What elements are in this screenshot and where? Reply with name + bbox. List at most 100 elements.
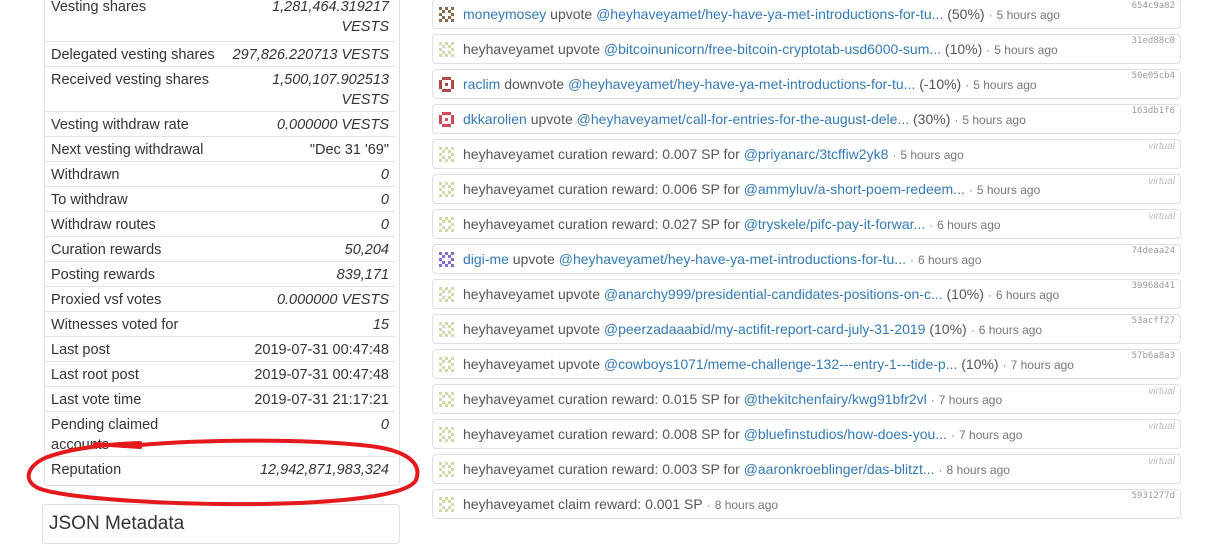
property-value: 2019-07-31 00:47:48 xyxy=(254,342,389,358)
transaction-id-link[interactable]: virtual xyxy=(1148,141,1175,152)
operation-verb: upvote xyxy=(554,356,604,372)
operation-timestamp: 5 hours ago xyxy=(996,8,1060,22)
operation-timestamp: 5 hours ago xyxy=(900,148,964,162)
transaction-id-link[interactable]: virtual xyxy=(1148,211,1175,222)
separator-dot: · xyxy=(970,323,975,337)
operation-permlink[interactable]: @priyanarc/3tcffiw2yk8 xyxy=(744,146,889,162)
operation-actor-link[interactable]: dkkarolien xyxy=(463,111,527,127)
property-value: 0.000000 VESTS xyxy=(276,292,389,308)
operation-permlink[interactable]: @heyhaveyamet/hey-have-ya-met-introducti… xyxy=(568,76,915,92)
operation-actor-link[interactable]: heyhaveyamet xyxy=(463,391,554,407)
transaction-id-link[interactable]: virtual xyxy=(1148,421,1175,432)
operation-permlink[interactable]: @bluefinstudios/how-does-you... xyxy=(744,426,947,442)
transaction-id-link[interactable]: virtual xyxy=(1148,386,1175,397)
operation-permlink[interactable]: @aaronkroeblinger/das-blitzt... xyxy=(744,461,935,477)
operation-permlink[interactable]: @heyhaveyamet/hey-have-ya-met-introducti… xyxy=(559,251,906,267)
operation-row: heyhaveyamet upvote @bitcoinunicorn/free… xyxy=(432,34,1181,64)
avatar-icon xyxy=(439,147,454,162)
separator-dot: · xyxy=(706,498,711,512)
operation-permlink[interactable]: @thekitchenfairy/kwg91bfr2vl xyxy=(744,391,927,407)
operation-verb: curation reward: 0.007 SP for xyxy=(554,146,744,162)
operation-text: heyhaveyamet upvote @peerzadaaabid/my-ac… xyxy=(463,321,1042,339)
operation-actor-link[interactable]: heyhaveyamet xyxy=(463,146,554,162)
transaction-id-link[interactable]: 163db1f6 xyxy=(1132,106,1175,116)
operation-text: heyhaveyamet curation reward: 0.027 SP f… xyxy=(463,216,1001,234)
operation-timestamp: 7 hours ago xyxy=(1010,358,1074,372)
avatar-icon xyxy=(439,217,454,232)
property-value: 1,500,107.902513 VESTS xyxy=(272,72,389,108)
operation-text: raclim downvote @heyhaveyamet/hey-have-y… xyxy=(463,76,1037,94)
property-key: To withdraw xyxy=(51,192,128,208)
operation-row: moneymosey upvote @heyhaveyamet/hey-have… xyxy=(432,0,1181,29)
operation-actor-link[interactable]: heyhaveyamet xyxy=(463,426,554,442)
operation-permlink[interactable]: @anarchy999/presidential-candidates-posi… xyxy=(604,286,943,302)
property-key: Withdraw routes xyxy=(51,217,156,233)
transaction-id-link[interactable]: 57b6a8a3 xyxy=(1132,351,1175,361)
operation-permlink[interactable]: @tryskele/pifc-pay-it-forwar... xyxy=(744,216,925,232)
property-value: 12,942,871,983,324 xyxy=(259,462,389,478)
transaction-id-link[interactable]: virtual xyxy=(1148,456,1175,467)
property-value: "Dec 31 '69" xyxy=(309,142,389,158)
separator-dot: · xyxy=(965,78,970,92)
separator-dot: · xyxy=(988,8,993,22)
transaction-id-link[interactable]: 74deaa24 xyxy=(1132,246,1175,256)
transaction-id-link[interactable]: 53acff27 xyxy=(1132,316,1175,326)
operation-actor-link[interactable]: heyhaveyamet xyxy=(463,41,554,57)
operation-weight: (10%) xyxy=(941,41,983,57)
property-value: 2019-07-31 00:47:48 xyxy=(254,367,389,383)
operation-actor-link[interactable]: raclim xyxy=(463,76,500,92)
operation-actor-link[interactable]: heyhaveyamet xyxy=(463,181,554,197)
property-row: Pending claimed accounts 0 xyxy=(45,412,395,457)
property-row: Delegated vesting shares 297,826.220713 V… xyxy=(45,42,395,67)
operation-permlink[interactable]: @peerzadaaabid/my-actifit-report-card-ju… xyxy=(604,321,926,337)
property-value: 0 xyxy=(380,192,389,208)
property-value: 15 xyxy=(372,317,389,333)
operation-timestamp: 7 hours ago xyxy=(959,428,1023,442)
transaction-id-link[interactable]: 50e05cb4 xyxy=(1132,71,1175,81)
property-key: Vesting withdraw rate xyxy=(51,117,189,133)
operation-permlink[interactable]: @ammyluv/a-short-poem-redeem... xyxy=(744,181,965,197)
operation-text: heyhaveyamet claim reward: 0.001 SP · 8 ho… xyxy=(463,496,778,514)
operation-permlink[interactable]: @bitcoinunicorn/free-bitcoin-cryptotab-u… xyxy=(604,41,941,57)
transaction-id-link[interactable]: 31ed88c0 xyxy=(1132,36,1175,46)
separator-dot: · xyxy=(909,253,914,267)
operation-text: heyhaveyamet upvote @cowboys1071/meme-ch… xyxy=(463,356,1074,374)
separator-dot: · xyxy=(954,113,959,127)
operation-actor-link[interactable]: digi-me xyxy=(463,251,509,267)
property-key: Curation rewards xyxy=(51,242,162,258)
property-row: Proxied vsf votes 0.000000 VESTS xyxy=(45,287,395,312)
operation-timestamp: 5 hours ago xyxy=(976,183,1041,197)
operation-weight: (50%) xyxy=(943,6,985,22)
operation-actor-link[interactable]: heyhaveyamet xyxy=(463,496,554,512)
operation-actor-link[interactable]: heyhaveyamet xyxy=(463,356,554,372)
property-key: Last vote time xyxy=(51,392,142,408)
operation-row: heyhaveyamet curation reward: 0.007 SP f… xyxy=(432,139,1181,169)
separator-dot: · xyxy=(951,428,956,442)
operation-permlink[interactable]: @heyhaveyamet/hey-have-ya-met-introducti… xyxy=(596,6,943,22)
operation-weight: (10%) xyxy=(957,356,999,372)
operation-row: heyhaveyamet curation reward: 0.027 SP f… xyxy=(432,209,1181,239)
operation-permlink[interactable]: @cowboys1071/meme-challenge-132---entry-… xyxy=(604,356,957,372)
operation-timestamp: 7 hours ago xyxy=(938,393,1003,407)
operation-text: dkkarolien upvote @heyhaveyamet/call-for… xyxy=(463,111,1026,129)
operation-verb: upvote xyxy=(508,251,559,267)
operation-actor-link[interactable]: heyhaveyamet xyxy=(463,216,554,232)
property-key: Last root post xyxy=(51,367,139,383)
operation-actor-link[interactable]: heyhaveyamet xyxy=(463,286,554,302)
operation-actor-link[interactable]: moneymosey xyxy=(463,6,546,22)
transaction-id-link[interactable]: 654c9a82 xyxy=(1132,1,1175,11)
operation-actor-link[interactable]: heyhaveyamet xyxy=(463,461,554,477)
transaction-id-link[interactable]: 5931277d xyxy=(1132,491,1175,501)
operation-actor-link[interactable]: heyhaveyamet xyxy=(463,321,554,337)
transaction-id-link[interactable]: virtual xyxy=(1148,176,1175,187)
property-key: Delegated vesting shares xyxy=(51,47,215,63)
operation-permlink[interactable]: @heyhaveyamet/call-for-entries-for-the-a… xyxy=(577,111,909,127)
separator-dot: · xyxy=(986,43,991,57)
operation-row: digi-me upvote @heyhaveyamet/hey-have-ya… xyxy=(432,244,1181,274)
operation-weight: (10%) xyxy=(942,286,984,302)
operation-row: heyhaveyamet curation reward: 0.015 SP f… xyxy=(432,384,1181,414)
operation-row: heyhaveyamet upvote @peerzadaaabid/my-ac… xyxy=(432,314,1181,344)
separator-dot: · xyxy=(987,288,992,302)
transaction-id-link[interactable]: 39968d41 xyxy=(1132,281,1175,291)
operation-timestamp: 5 hours ago xyxy=(994,43,1058,57)
